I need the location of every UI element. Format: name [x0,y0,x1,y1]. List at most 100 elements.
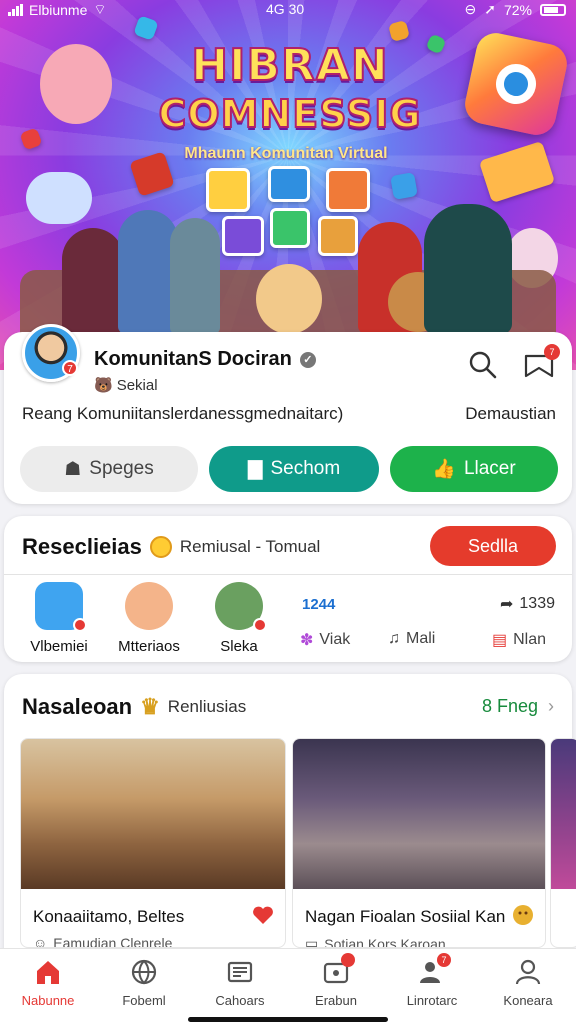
action-button[interactable]: Sedlla [430,526,556,566]
community-category: 🐻 Sekial [94,376,158,395]
section-title-label: Reseclieias [22,534,142,559]
speges-label: Speges [89,458,154,479]
chat-icon: ▇ [247,458,263,480]
nav-label: Linrotarc [406,993,458,1008]
chat-button[interactable]: ▇ Sechom [209,446,379,492]
status-dot [73,618,87,632]
community-name-label: KomunitanS Dociran [94,348,292,370]
float-tile-decor [326,168,370,212]
home-indicator [188,1017,388,1022]
nav-label: Erabun [315,993,357,1008]
feed-link-label: 8 Fneg [481,696,538,716]
search-button[interactable] [466,348,500,382]
share-count[interactable]: ➦ 1339 [500,594,555,614]
like-button[interactable]: 👍 Llacer [390,446,558,492]
action-label: Mali [406,630,436,647]
action-item[interactable]: ♫ Mali [388,630,435,648]
float-tile-decor [268,166,310,202]
bear-face-icon: 🐻 [94,377,113,394]
post-card-partial[interactable] [550,738,576,948]
location-icon: ➚ [484,1,496,17]
status-bar: Elbiunme ⌔ 4G 30 ⊖ ➚ 72% [0,0,576,18]
nav-label: Fobeml [122,993,166,1008]
list-icon: ▤ [492,632,508,649]
chevron-right-icon: › [548,696,554,716]
nav-item-home[interactable]: Nabunne [0,957,96,1008]
meta-icon: ▭ [305,935,319,948]
nav-item-notifications[interactable]: 7 Linrotarc [384,953,480,1008]
meta-icon: ☺ [33,935,48,948]
notification-badge: 7 [62,360,78,376]
member-label: Vlbemiei [30,638,88,655]
like-label: Llacer [463,458,516,479]
action-label: Nlan [513,631,547,648]
heart-icon[interactable] [251,903,275,927]
nav-item-news[interactable]: Cahoars [192,957,288,1008]
person-illustration [118,210,178,334]
float-tile-decor [390,172,418,200]
feed-card: Nasaleoan ♛ Renliusias 8 Fneg › Konaaiit… [4,674,576,974]
globe-icon [129,957,159,987]
sync-icon: ⊖ [464,1,477,17]
battery-label: 72% [503,1,532,18]
bear-mascot-left [40,44,112,124]
float-tile-decor [318,216,358,256]
member-item[interactable]: Vlbemiei [14,582,104,655]
post-image [551,739,576,889]
wifi-icon: ⌔ [93,1,107,17]
newspaper-icon [225,957,255,987]
home-icon [33,957,63,987]
member-item[interactable]: Mtteriaos [104,582,194,655]
verified-icon: ✓ [299,351,316,368]
nav-item-profile[interactable]: Koneara [480,957,576,1008]
chat-label: Sechom [270,458,341,479]
post-title: Nagan Fioalan Sosiial Kan [305,907,506,926]
nav-badge: 7 [437,953,451,967]
post-meta: ▭ Sotian Kors Karoan [305,935,446,948]
person-illustration [62,228,124,338]
stat-count: 1244 [302,596,336,613]
status-dot [253,618,267,632]
flower-icon: ✽ [300,632,314,649]
hero-title-line1: HIBRAN [190,40,389,91]
post-card[interactable]: Nagan Fioalan Sosiial Kan ▭ Sotian Kors … [292,738,546,948]
user-add-icon: 7 [417,953,451,987]
community-link[interactable]: Demaustian [465,404,556,424]
avatar [215,582,267,632]
float-tile-decor [206,168,250,212]
post-image [21,739,285,889]
emoji-icon[interactable] [511,903,535,927]
bear-mascot-center [256,264,322,334]
bottom-navigation: Nabunne Fobeml Cahoars Erabun 7 Linrotar… [0,948,576,1024]
action-item[interactable]: ✽ Viak [300,630,350,650]
community-profile-card: 7 KomunitanS Dociran ✓ 🐻 Sekial 7 Reang … [4,324,572,504]
post-meta-label: Eamudian Clenrele [53,935,173,948]
signal-icon [8,4,23,16]
feed-title: Nasaleoan ♛ Renliusias [22,694,246,720]
feed-see-all-link[interactable]: 8 Fneg › [482,696,554,717]
post-image [293,739,545,889]
feed-subtitle: Renliusias [167,697,247,716]
hero-title-line2: COMNESSIG [157,91,422,137]
nav-item-explore[interactable]: Fobeml [96,957,192,1008]
person-icon [513,957,543,987]
person-illustration [424,204,512,334]
action-item[interactable]: ▤ Nlan [492,630,546,650]
member-item[interactable]: Sleka [194,582,284,655]
thumbs-up-icon: 👍 [432,459,456,480]
nav-item-video[interactable]: Erabun [288,953,384,1008]
battery-icon [540,3,566,16]
community-name: KomunitanS Dociran ✓ [94,348,316,371]
smile-emoji-icon [149,536,172,558]
avatar [125,582,173,630]
share-count-label: 1339 [519,595,555,612]
recommendation-card: Reseclieias Remiusal - Tomual Sedlla Vlb… [4,516,572,662]
nav-badge [341,953,355,967]
member-label: Mtteriaos [118,638,180,655]
avatar [35,582,87,632]
speges-button[interactable]: ☗ Speges [20,446,198,492]
post-card[interactable]: Konaaiitamo, Beltes ☺ Eamudian Clenrele [20,738,286,948]
nav-label: Cahoars [215,993,265,1008]
nav-label: Koneara [503,993,553,1008]
feed-title-label: Nasaleoan [22,694,133,719]
